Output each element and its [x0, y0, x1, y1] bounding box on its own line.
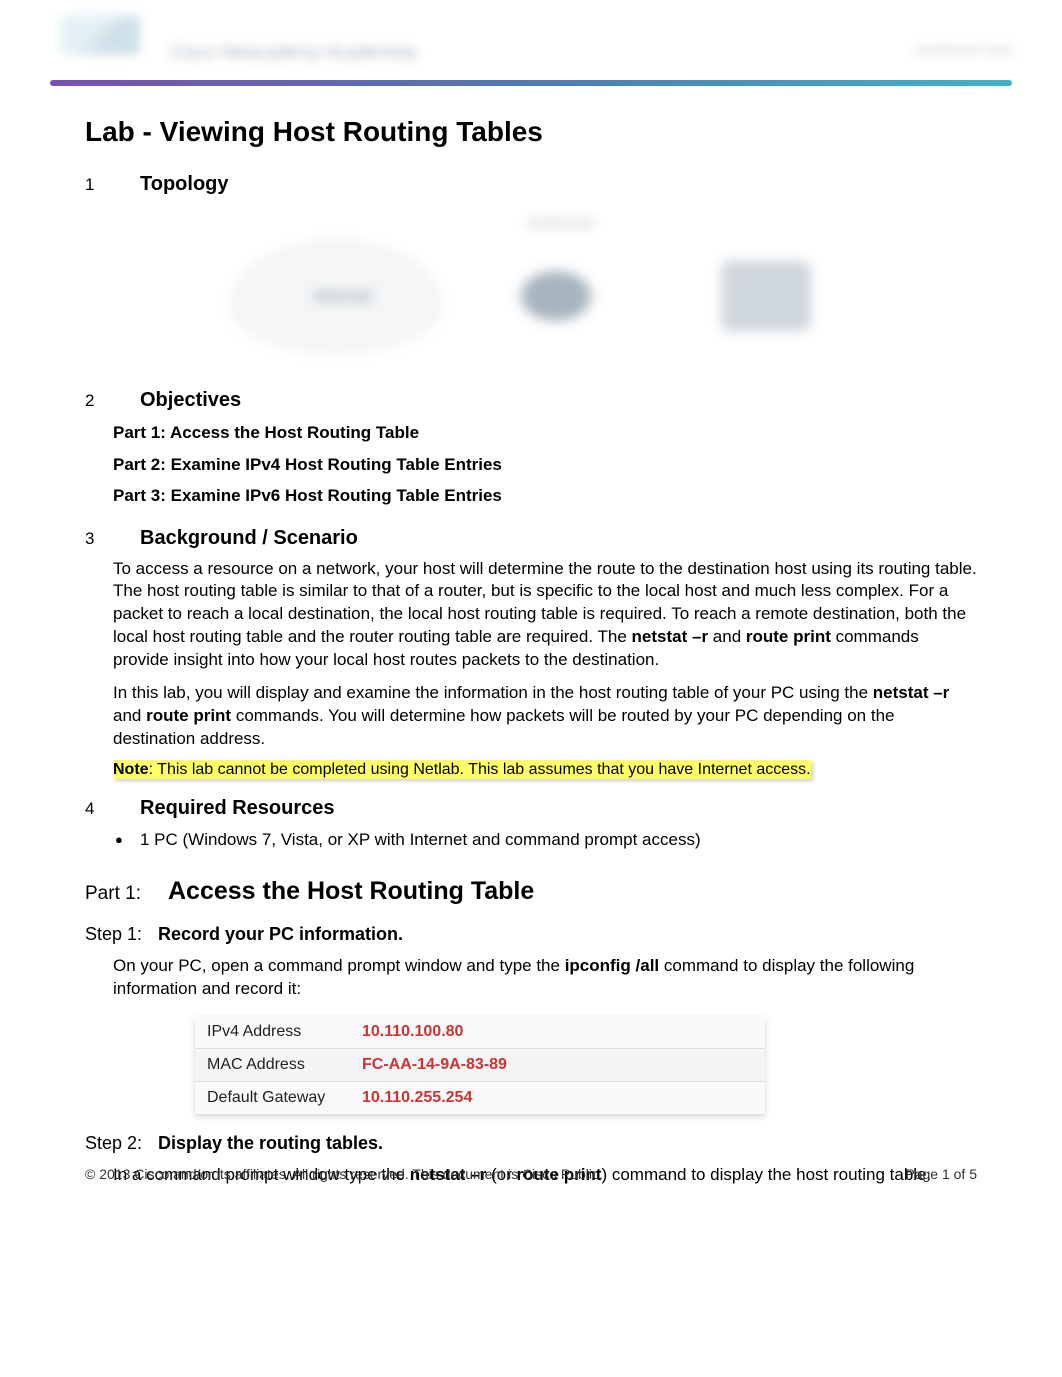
command-text: netstat –r	[873, 683, 950, 702]
step-title: Record your PC information.	[158, 924, 403, 945]
section-title: Objectives	[140, 389, 241, 412]
header-tagline: Cisco Netacademy Academicly	[170, 42, 417, 63]
document-content: Lab - Viewing Host Routing Tables 1 Topo…	[0, 116, 1062, 1187]
table-row: Default Gateway 10.110.255.254	[195, 1081, 765, 1114]
table-label: Default Gateway	[195, 1081, 350, 1114]
command-text: ipconfig /all	[565, 956, 659, 975]
objective-item: Part 1: Access the Host Routing Table	[85, 420, 977, 446]
router-icon	[521, 271, 591, 321]
topology-diagram: Internet Small Router	[221, 211, 841, 371]
step-title: Display the routing tables.	[158, 1133, 383, 1154]
note-text: : This lab cannot be completed using Net…	[149, 761, 811, 778]
command-text: netstat –r	[632, 627, 709, 646]
objective-item: Part 2: Examine IPv4 Host Routing Table …	[85, 452, 977, 478]
header-right-text: XXXXXXX XXX	[915, 42, 1012, 58]
section-number: 1	[85, 175, 140, 195]
part-1-heading: Part 1: Access the Host Routing Table	[85, 877, 977, 906]
page-footer: © 2013 Cisco and/or its affiliates. All …	[85, 1166, 977, 1182]
table-row: IPv4 Address 10.110.100.80	[195, 1016, 765, 1049]
step-2-heading: Step 2: Display the routing tables.	[85, 1133, 977, 1154]
step-number: Step 1:	[85, 924, 158, 945]
router-label: Small Router	[511, 216, 611, 230]
table-label: IPv4 Address	[195, 1016, 350, 1049]
note-highlight: Note: This lab cannot be completed using…	[113, 760, 811, 779]
command-text: route print	[146, 706, 231, 725]
section-resources-heading: 4 Required Resources	[85, 797, 977, 820]
text: and	[113, 706, 146, 725]
pc-icon	[721, 261, 811, 331]
table-value: 10.110.100.80	[350, 1016, 765, 1049]
cisco-logo	[60, 15, 140, 55]
note-wrapper: Note: This lab cannot be completed using…	[85, 761, 977, 779]
step-1-heading: Step 1: Record your PC information.	[85, 924, 977, 945]
page-container: Cisco Netacademy Academicly XXXXXXX XXX …	[0, 0, 1062, 1187]
section-title: Topology	[140, 173, 229, 196]
table-value: FC-AA-14-9A-83-89	[350, 1048, 765, 1081]
section-background-heading: 3 Background / Scenario	[85, 527, 977, 550]
document-title: Lab - Viewing Host Routing Tables	[85, 116, 977, 148]
section-title: Background / Scenario	[140, 527, 358, 550]
text: On your PC, open a command prompt window…	[113, 956, 565, 975]
section-title: Required Resources	[140, 797, 335, 820]
table-row: MAC Address FC-AA-14-9A-83-89	[195, 1048, 765, 1081]
table-value: 10.110.255.254	[350, 1081, 765, 1114]
command-text: route print	[746, 627, 831, 646]
note-label: Note	[113, 761, 149, 778]
section-topology-heading: 1 Topology	[85, 173, 977, 196]
step-1-text: On your PC, open a command prompt window…	[85, 955, 977, 1001]
resource-bullet: 1 PC (Windows 7, Vista, or XP with Inter…	[85, 828, 977, 852]
pc-info-table: IPv4 Address 10.110.100.80 MAC Address F…	[195, 1016, 765, 1115]
text: and	[708, 627, 746, 646]
table-label: MAC Address	[195, 1048, 350, 1081]
cloud-icon: Internet	[231, 241, 441, 351]
section-objectives-heading: 2 Objectives	[85, 389, 977, 412]
objective-item: Part 3: Examine IPv6 Host Routing Table …	[85, 483, 977, 509]
text: commands. You will determine how packets…	[113, 706, 894, 748]
section-number: 2	[85, 391, 140, 411]
header-gradient-bar	[50, 80, 1012, 86]
page-number: Page 1 of 5	[905, 1166, 977, 1182]
section-number: 4	[85, 799, 140, 819]
part-number: Part 1:	[85, 883, 168, 905]
background-paragraph-2: In this lab, you will display and examin…	[85, 682, 977, 751]
cloud-label: Internet	[273, 288, 413, 306]
background-paragraph-1: To access a resource on a network, your …	[85, 558, 977, 673]
step-number: Step 2:	[85, 1133, 158, 1154]
text: In this lab, you will display and examin…	[113, 683, 873, 702]
part-title: Access the Host Routing Table	[168, 877, 534, 906]
copyright-text: © 2013 Cisco and/or its affiliates. All …	[85, 1166, 603, 1182]
document-header: Cisco Netacademy Academicly XXXXXXX XXX	[50, 0, 1012, 80]
section-number: 3	[85, 529, 140, 549]
